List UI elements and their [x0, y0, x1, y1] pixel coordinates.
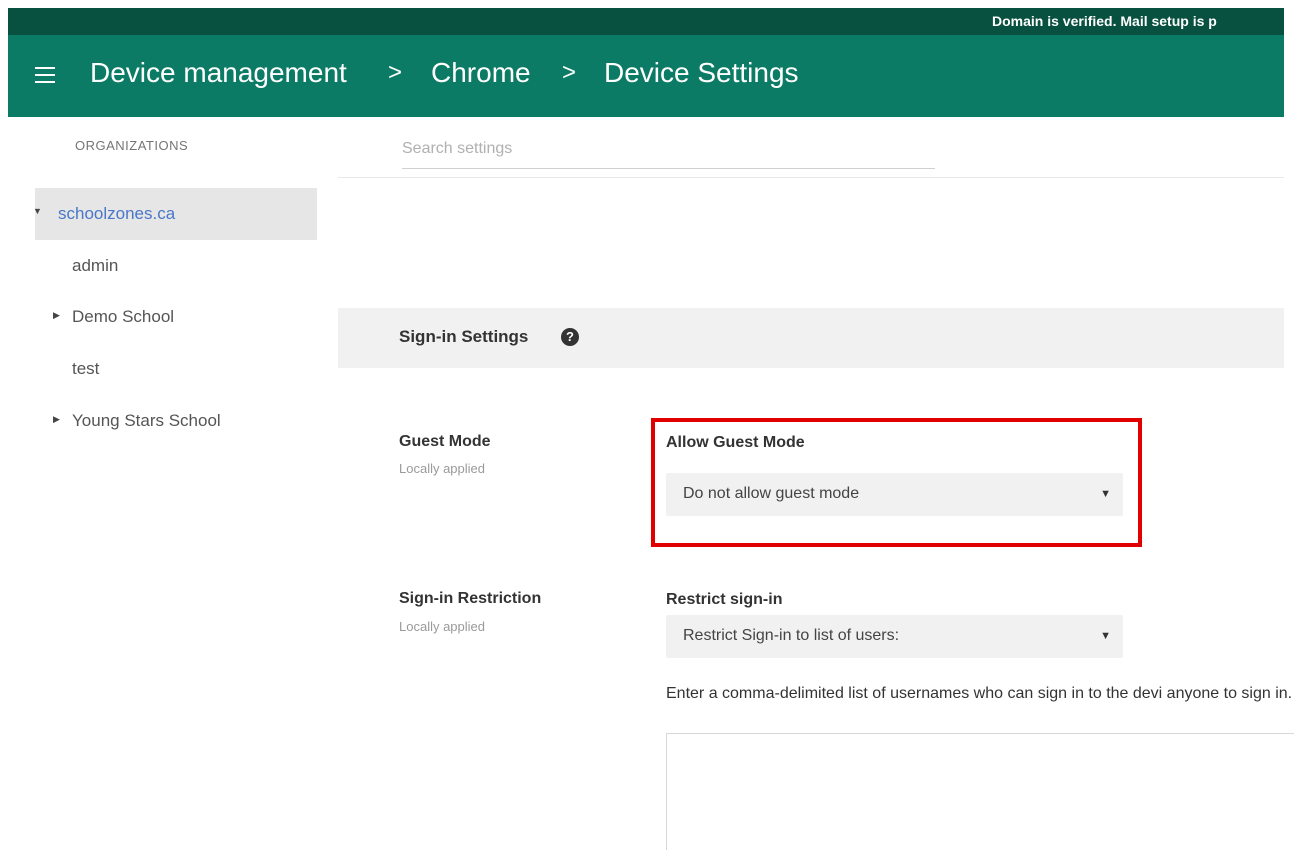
org-item-schoolzones[interactable]: ▼ schoolzones.ca [33, 188, 317, 240]
device-settings-page: Domain is verified. Mail setup is p Devi… [0, 0, 1294, 850]
org-item-young-stars-school[interactable]: ▶ Young Stars School [35, 395, 317, 447]
sign-in-restriction-setting-name: Sign-in Restriction [399, 590, 542, 607]
section-title: Sign-in Settings [399, 327, 529, 346]
sign-in-settings-section-header: Sign-in Settings ? [338, 308, 1284, 368]
org-item-label: schoolzones.ca [58, 204, 176, 223]
restrict-sign-in-description: Enter a comma-delimited list of username… [666, 685, 1293, 702]
usernames-textarea[interactable] [666, 733, 1294, 850]
notification-bar: Domain is verified. Mail setup is p [8, 8, 1284, 35]
search-settings-input[interactable] [402, 130, 935, 169]
divider [338, 177, 1284, 178]
org-item-label: admin [72, 256, 119, 275]
org-item-admin[interactable]: admin [35, 240, 317, 292]
breadcrumb-separator-icon: > [562, 59, 577, 86]
organizations-heading: ORGANIZATIONS [75, 138, 189, 153]
hamburger-menu-icon[interactable] [35, 65, 57, 85]
org-item-demo-school[interactable]: ▶ Demo School [35, 291, 317, 343]
breadcrumb-chrome[interactable]: Chrome [431, 57, 531, 89]
org-item-test[interactable]: test [35, 343, 317, 395]
org-item-label: Demo School [72, 307, 175, 326]
org-item-label: test [72, 359, 100, 378]
breadcrumb-separator-icon: > [388, 59, 403, 86]
breadcrumb-device-management[interactable]: Device management [90, 57, 347, 89]
app-header: Device management > Chrome > Device Sett… [8, 35, 1284, 117]
guest-mode-setting-name: Guest Mode [399, 433, 491, 450]
org-item-label: Young Stars School [72, 411, 221, 430]
dropdown-arrow-icon: ▼ [1100, 488, 1111, 500]
breadcrumb-device-settings: Device Settings [604, 57, 799, 88]
select-value: Restrict Sign-in to list of users: [683, 627, 900, 644]
allow-guest-mode-label: Allow Guest Mode [666, 434, 805, 451]
restrict-sign-in-select[interactable]: Restrict Sign-in to list of users: ▼ [666, 615, 1123, 658]
help-icon[interactable]: ? [561, 328, 579, 346]
restrict-sign-in-label: Restrict sign-in [666, 591, 783, 608]
caret-right-icon[interactable]: ▶ [53, 310, 60, 321]
caret-right-icon[interactable]: ▶ [53, 414, 60, 425]
select-value: Do not allow guest mode [683, 485, 860, 502]
guest-mode-subtext: Locally applied [399, 461, 486, 476]
allow-guest-mode-select[interactable]: Do not allow guest mode ▼ [666, 473, 1123, 516]
caret-down-icon[interactable]: ▼ [33, 206, 42, 216]
sign-in-restriction-subtext: Locally applied [399, 619, 486, 634]
dropdown-arrow-icon: ▼ [1100, 630, 1111, 642]
notification-text: Domain is verified. Mail setup is p [992, 13, 1217, 29]
